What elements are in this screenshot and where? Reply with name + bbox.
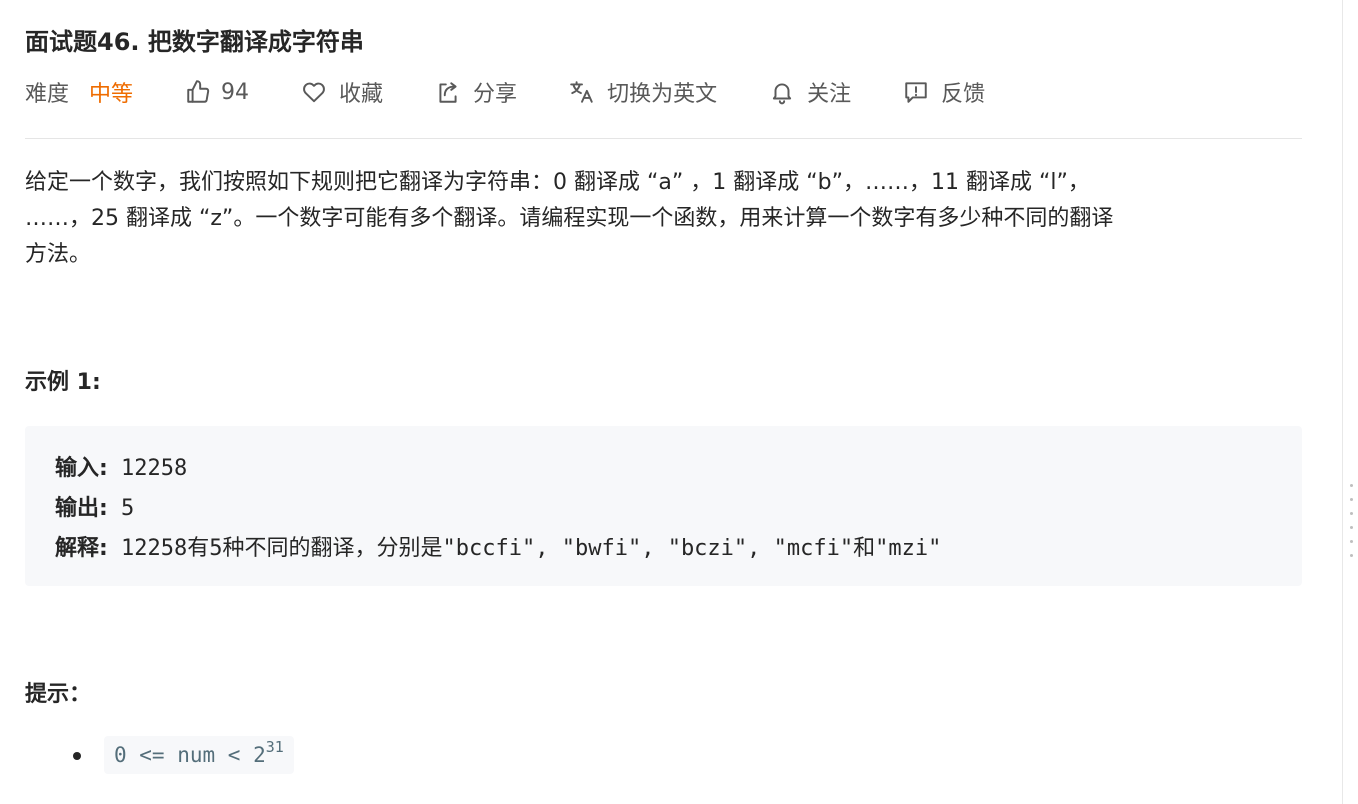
- example-input-label: 输入:: [55, 456, 108, 481]
- favorite-label: 收藏: [339, 82, 384, 107]
- feedback-icon: [905, 82, 927, 103]
- share-icon: [439, 82, 457, 103]
- problem-meta-bar: 难度 中等 94 收藏 分享 切换为英文 关注 反馈: [25, 76, 1037, 108]
- translate-label: 切换为英文: [607, 82, 718, 107]
- example-explain-value: 12258有5种不同的翻译，分别是"bccfi", "bwfi", "bczi"…: [107, 536, 942, 561]
- translate-button[interactable]: 切换为英文: [569, 76, 717, 108]
- problem-title: 面试题46. 把数字翻译成字符串: [25, 28, 364, 56]
- like-button[interactable]: 94: [185, 79, 249, 105]
- description-line: 给定一个数字，我们按照如下规则把它翻译为字符串：0 翻译成 “a” ，1 翻译成…: [25, 170, 1090, 195]
- feedback-label: 反馈: [941, 82, 986, 107]
- constraint-text: 0 <= num < 2: [114, 743, 266, 767]
- header-divider: [25, 138, 1302, 139]
- difficulty-badge: 中等: [89, 82, 134, 107]
- example-output-label: 输出:: [55, 496, 108, 521]
- resize-handle[interactable]: [1350, 484, 1356, 568]
- thumbs-up-icon: [187, 80, 210, 103]
- difficulty-label: 难度: [25, 82, 70, 107]
- example-code-block: 输入: 12258 输出: 5 解释: 12258有5种不同的翻译，分别是"bc…: [25, 426, 1302, 586]
- description-line: ……，25 翻译成 “z”。一个数字可能有多个翻译。请编程实现一个函数，用来计算…: [25, 206, 1114, 231]
- share-button[interactable]: 分享: [435, 76, 517, 108]
- favorite-button[interactable]: 收藏: [301, 76, 383, 108]
- share-label: 分享: [473, 82, 518, 107]
- follow-label: 关注: [807, 82, 852, 107]
- example-input-line: 输入: 12258: [55, 450, 187, 482]
- description-line: 方法。: [25, 242, 92, 267]
- translate-icon: [570, 81, 593, 103]
- feedback-button[interactable]: 反馈: [903, 76, 985, 108]
- problem-description: 给定一个数字，我们按照如下规则把它翻译为字符串：0 翻译成 “a” ，1 翻译成…: [25, 165, 1315, 273]
- example-input-value: 12258: [107, 456, 188, 481]
- example-explain-line: 解释: 12258有5种不同的翻译，分别是"bccfi", "bwfi", "b…: [55, 530, 941, 562]
- constraint-code: 0 <= num < 2 31: [104, 736, 294, 774]
- constraint-exponent: 31: [265, 738, 284, 756]
- follow-button[interactable]: 关注: [769, 76, 851, 108]
- heart-icon: [303, 82, 325, 103]
- hints-title: 提示：: [25, 682, 92, 707]
- panel-divider: [1342, 0, 1343, 804]
- like-count: 94: [221, 79, 250, 105]
- bell-icon: [772, 83, 792, 105]
- example-output-value: 5: [107, 496, 135, 521]
- example-explain-label: 解释:: [55, 536, 108, 561]
- example-output-line: 输出: 5: [55, 490, 134, 522]
- example-title: 示例 1:: [25, 370, 101, 395]
- list-bullet: [73, 752, 81, 760]
- problem-description-panel: 面试题46. 把数字翻译成字符串 难度 中等 94 收藏 分享 切换为英文 关注…: [0, 0, 1342, 804]
